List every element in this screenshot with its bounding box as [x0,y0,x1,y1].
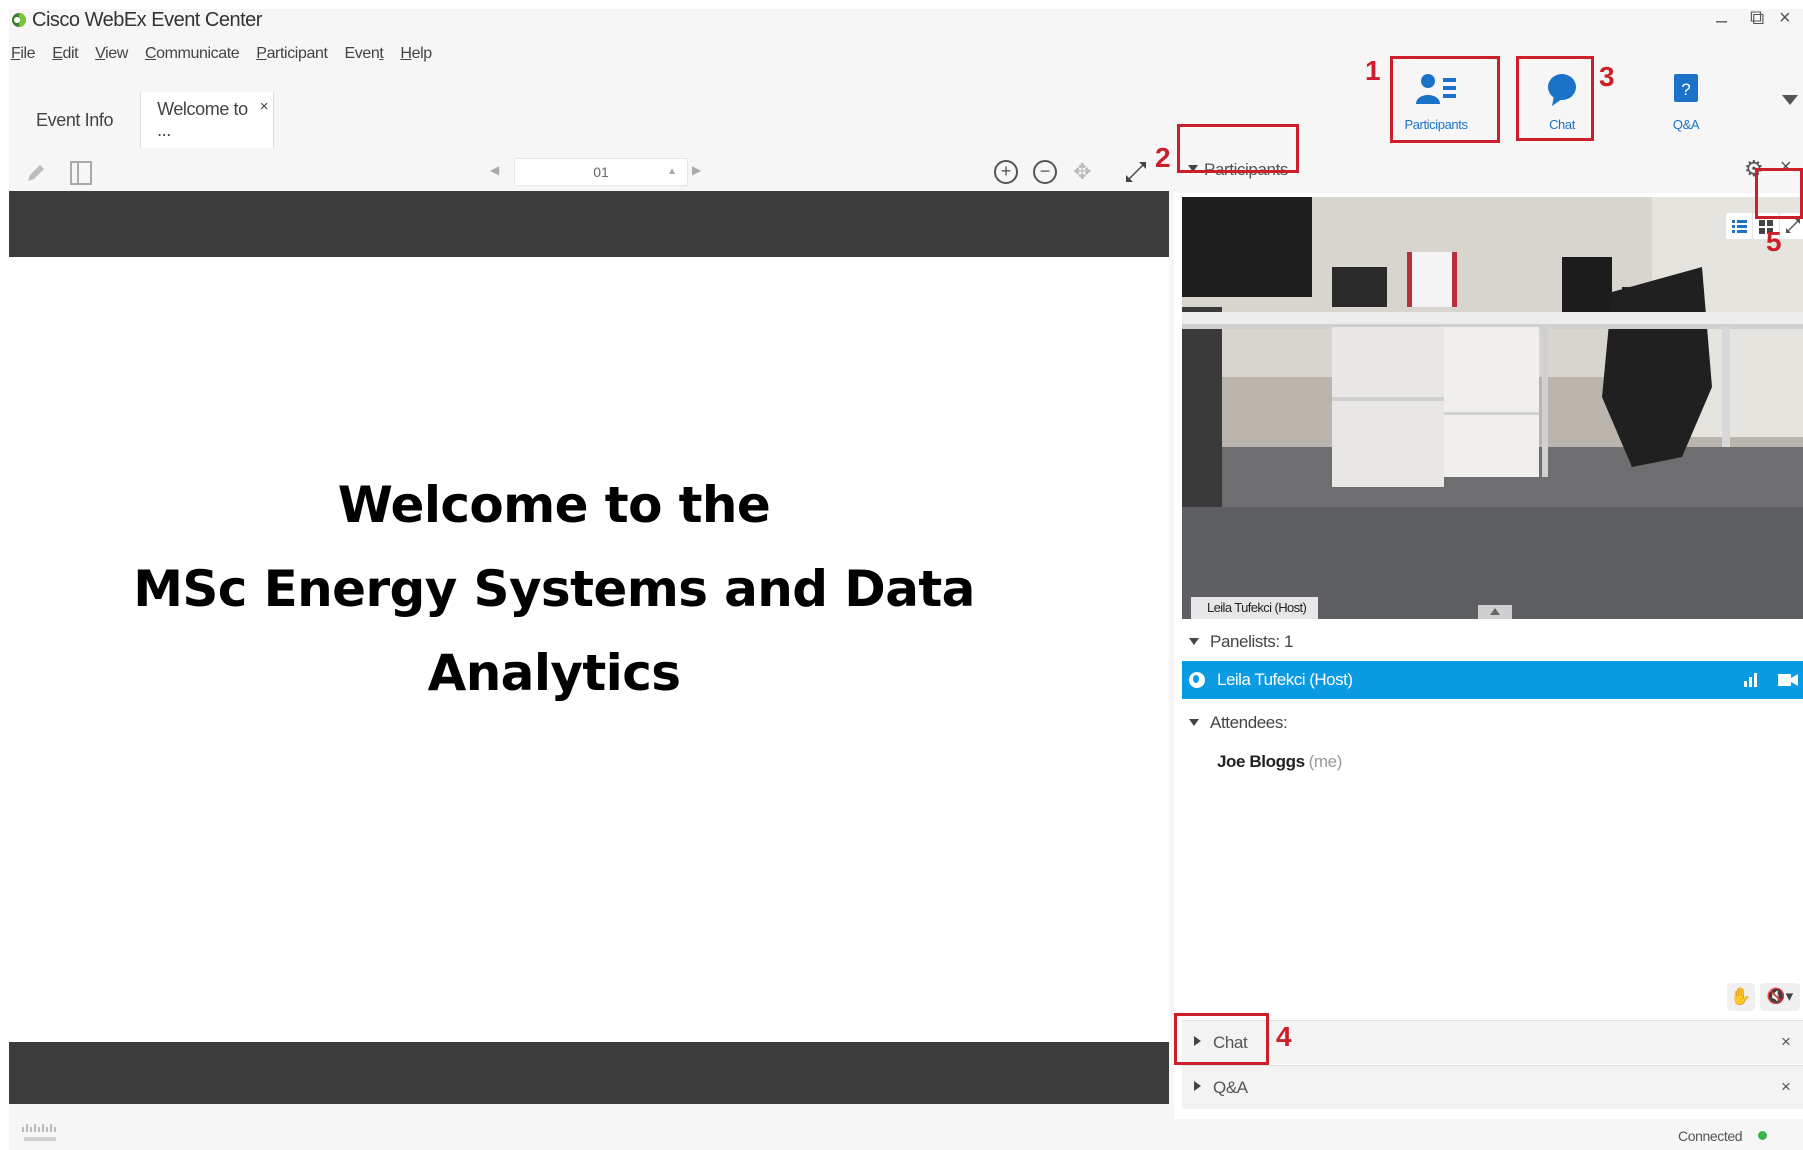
callout-box-video-expand [1755,168,1803,219]
menu-event[interactable]: Event [345,45,384,71]
video-collapse-chevron-up-icon[interactable] [1478,605,1512,619]
audio-signal-icon [1744,673,1757,687]
svg-text:?: ? [1681,80,1690,99]
mute-options-icon[interactable]: 🔇▾ [1760,983,1800,1011]
attendee-name: Joe Bloggs [1217,752,1305,771]
panelists-collapse-triangle-icon [1189,638,1199,645]
host-video-feed: Leila Tufekci (Host) [1182,197,1803,619]
slide-bottom-band [9,1042,1169,1104]
attendee-me-tag: (me) [1308,752,1343,771]
office-video-image [1182,197,1803,619]
menu-file[interactable]: File [11,45,36,71]
slide-title-line-1: Welcome to the [337,476,771,534]
question-icon: ? [1674,74,1698,102]
status-bar: Connected [9,1119,1803,1150]
callout-box-chat-collapsed [1174,1013,1269,1065]
callout-number-3: 3 [1599,61,1615,92]
menu-participant[interactable]: Participant [256,45,328,71]
webex-logo-icon [12,13,26,27]
callout-box-participants-header [1177,124,1299,173]
fit-to-view-icon[interactable]: ✥ [1073,159,1091,185]
callout-number-2: 2 [1155,142,1171,173]
attendee-row[interactable]: Joe Bloggs (me) [1217,752,1342,772]
connection-status-dot-icon [1758,1131,1767,1140]
previous-page-chevron-left-icon[interactable]: ◀ [490,163,499,177]
title-bar: Cisco WebEx Event Center – ⧉ × [9,7,1803,37]
tab-event-info[interactable]: Event Info [9,92,140,148]
slide-title-line-2: MSc Energy Systems and Data [133,560,975,618]
zoom-out-button[interactable]: − [1033,160,1057,184]
callout-box-participants [1390,56,1500,143]
callout-number-5: 5 [1766,226,1782,257]
maximize-button[interactable]: ⧉ [1750,7,1764,30]
tab-welcome[interactable]: Welcome to ... × [140,92,275,148]
zoom-in-button[interactable]: + [994,160,1018,184]
menu-help[interactable]: Help [400,45,432,71]
annotate-pencil-icon[interactable] [25,162,47,184]
tab-close-icon[interactable]: × [260,98,269,115]
raise-hand-icon[interactable]: ✋ [1727,983,1755,1011]
host-presenter-icon [1189,672,1205,688]
host-name: Leila Tufekci (Host) [1217,670,1353,689]
participants-panel: Participants ⚙ × Leila Tufekci (Host) Pa… [1174,148,1803,1119]
document-tabs: Event Info Welcome to ... × [9,92,275,148]
qa-expand-triangle-icon [1194,1081,1201,1091]
qa-button-label: Q&A [1672,117,1700,132]
callout-number-1: 1 [1365,55,1381,86]
qa-panel-close-icon[interactable]: × [1781,1077,1791,1097]
webex-event-center-window: Cisco WebEx Event Center – ⧉ × File Edit… [9,7,1803,1150]
callout-number-4: 4 [1276,1021,1292,1052]
host-participant-row[interactable]: Leila Tufekci (Host) [1182,661,1803,699]
connection-status-text: Connected [1678,1128,1743,1144]
layout-panel-icon[interactable] [70,161,92,185]
menu-view[interactable]: View [95,45,128,71]
callout-box-chat [1516,56,1594,141]
qa-panel-label: Q&A [1213,1078,1248,1097]
qa-panel-collapsed[interactable]: Q&A × [1182,1065,1803,1109]
list-view-icon[interactable] [1726,213,1752,239]
slide-title: Welcome to the MSc Energy Systems and Da… [9,463,1099,715]
more-panels-chevron-down-icon[interactable] [1782,95,1798,105]
panelists-section-header[interactable]: Panelists: 1 [1174,623,1803,661]
next-page-chevron-right-icon[interactable]: ▶ [692,163,701,177]
slide-top-band [9,191,1169,257]
minimize-button[interactable]: – [1716,10,1727,33]
shared-content-slide: Welcome to the MSc Energy Systems and Da… [9,191,1169,1104]
menu-bar: File Edit View Communicate Participant E… [9,45,449,71]
slide-title-line-3: Analytics [427,644,681,702]
page-spinner-icon[interactable]: ▲ [667,159,677,185]
qa-panel-button[interactable]: ? Q&A [1641,66,1731,136]
menu-edit[interactable]: Edit [52,45,78,71]
fullscreen-expand-icon[interactable] [1124,160,1148,184]
video-camera-icon [1778,674,1798,686]
menu-communicate[interactable]: Communicate [145,45,240,71]
window-title: Cisco WebEx Event Center [32,9,262,31]
video-speaker-caption: Leila Tufekci (Host) [1191,597,1319,619]
close-window-button[interactable]: × [1779,7,1791,30]
cisco-logo-icon [22,1124,56,1141]
attendees-collapse-triangle-icon [1189,719,1199,726]
attendees-section-header[interactable]: Attendees: [1174,704,1803,742]
chat-panel-close-icon[interactable]: × [1781,1032,1791,1052]
page-number-input[interactable]: 01 ▲ [514,158,688,186]
